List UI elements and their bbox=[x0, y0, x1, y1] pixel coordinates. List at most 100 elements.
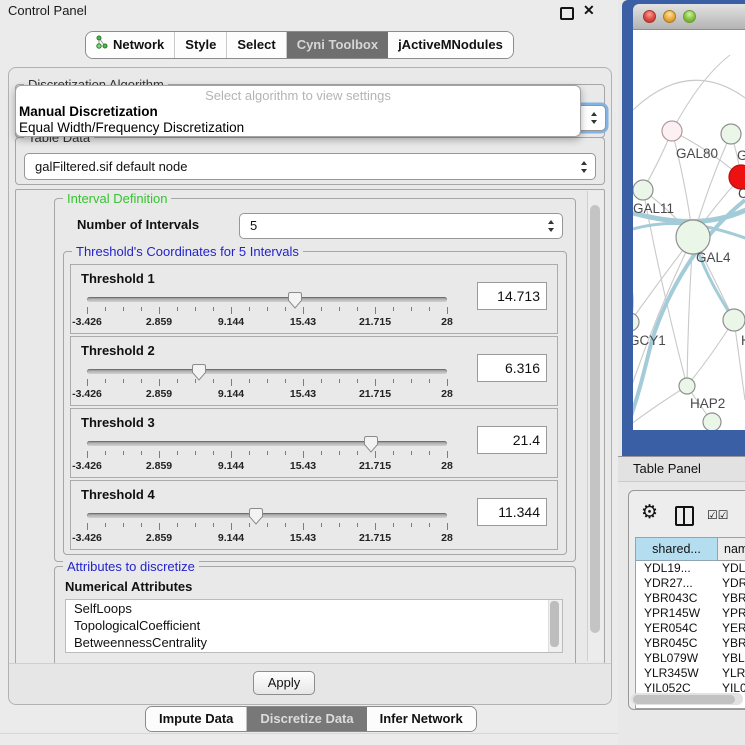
table-row[interactable]: YBL079WYBL0 bbox=[636, 651, 745, 666]
tick-label: 15.43 bbox=[290, 316, 316, 328]
table-row[interactable]: YER054CYER0 bbox=[636, 621, 745, 636]
node-label-gal4: GAL4 bbox=[696, 250, 731, 265]
threshold-label: Threshold 3 bbox=[81, 415, 155, 430]
tab-style[interactable]: Style bbox=[175, 32, 227, 58]
list-item-selfloops[interactable]: SelfLoops bbox=[66, 600, 562, 617]
network-node-gal4[interactable] bbox=[676, 220, 710, 254]
table-row[interactable]: YDL19...YDL1 bbox=[636, 561, 745, 576]
threshold-value-field[interactable]: 11.344 bbox=[477, 498, 547, 526]
number-of-intervals-label: Number of Intervals bbox=[77, 217, 199, 232]
attributes-list-scrollbar[interactable] bbox=[548, 600, 562, 652]
slider-track[interactable] bbox=[87, 441, 447, 446]
network-node-h[interactable] bbox=[723, 309, 745, 331]
threshold-value-field[interactable]: 14.713 bbox=[477, 282, 547, 310]
table-hscrollbar-thumb[interactable] bbox=[633, 695, 735, 704]
tick-mark bbox=[105, 379, 106, 383]
cell-shared-name: YBR045C bbox=[636, 636, 718, 651]
tab-select[interactable]: Select bbox=[227, 32, 286, 58]
tick-mark bbox=[87, 379, 88, 386]
tick-mark bbox=[123, 451, 124, 455]
cell-name: YLR3 bbox=[718, 666, 745, 681]
settings-gear-icon[interactable]: ⚙ bbox=[641, 503, 658, 522]
tick-mark bbox=[321, 379, 322, 383]
table-row[interactable]: YPR145WYPR1 bbox=[636, 606, 745, 621]
network-node-hap2[interactable] bbox=[679, 378, 695, 394]
tab-discretize-data[interactable]: Discretize Data bbox=[247, 707, 366, 731]
threshold-label: Threshold 1 bbox=[81, 271, 155, 286]
table-row[interactable]: YLR345WYLR3 bbox=[636, 666, 745, 681]
settings-vertical-scrollbar[interactable] bbox=[587, 191, 603, 661]
tab-infer-network[interactable]: Infer Network bbox=[367, 707, 476, 731]
close-traffic-light-icon[interactable] bbox=[643, 10, 656, 23]
column-chooser-icon[interactable] bbox=[675, 506, 694, 526]
slider-thumb[interactable] bbox=[249, 508, 263, 525]
table-panel-window: ⚙ ☑☑ shared... name YDL19...YDL1YDR27...… bbox=[628, 490, 745, 710]
tick-mark bbox=[105, 307, 106, 311]
network-window-titlebar[interactable] bbox=[633, 4, 745, 30]
algorithm-option-manual-discretization[interactable]: Manual Discretization bbox=[16, 104, 580, 120]
tick-mark bbox=[87, 451, 88, 458]
network-canvas[interactable]: GAL80GACGAL11GAL4GCY1HHAP2 bbox=[633, 30, 745, 430]
slider-track[interactable] bbox=[87, 513, 447, 518]
tick-mark bbox=[447, 451, 448, 458]
table-data-combobox[interactable]: galFiltered.sif default node bbox=[24, 153, 596, 180]
minimize-traffic-light-icon[interactable] bbox=[663, 10, 676, 23]
tab-cyni-toolbox[interactable]: Cyni Toolbox bbox=[287, 32, 388, 58]
tick-label: 28 bbox=[441, 460, 453, 472]
float-window-icon[interactable] bbox=[560, 7, 574, 20]
tick-mark bbox=[429, 307, 430, 311]
table-horizontal-scrollbar[interactable] bbox=[631, 693, 743, 705]
apply-button[interactable]: Apply bbox=[253, 671, 315, 695]
column-header-name[interactable]: name bbox=[718, 538, 745, 561]
column-header-shared-name[interactable]: shared... bbox=[636, 538, 718, 561]
select-checkboxes-icon[interactable]: ☑☑ bbox=[707, 508, 729, 522]
slider-thumb[interactable] bbox=[288, 292, 302, 309]
list-item-topologicalcoefficient[interactable]: TopologicalCoefficient bbox=[66, 617, 562, 634]
close-icon[interactable]: ✕ bbox=[583, 2, 595, 19]
tick-label: 2.859 bbox=[146, 388, 172, 400]
algorithm-placeholder-option: Select algorithm to view settings bbox=[16, 86, 580, 104]
table-row[interactable]: YBR045CYBR0 bbox=[636, 636, 745, 651]
network-node-gal11[interactable] bbox=[633, 180, 653, 200]
network-node-ga[interactable] bbox=[721, 124, 741, 144]
tick-mark bbox=[213, 523, 214, 527]
tick-mark bbox=[195, 307, 196, 311]
tick-mark bbox=[285, 523, 286, 527]
cell-shared-name: YDR27... bbox=[636, 576, 718, 591]
slider-track[interactable] bbox=[87, 369, 447, 374]
threshold-slider: -3.4262.8599.14415.4321.71528 bbox=[87, 291, 447, 329]
tick-mark bbox=[285, 379, 286, 383]
tab-network[interactable]: Network bbox=[86, 32, 175, 58]
list-item-betweennesscentrality[interactable]: BetweennessCentrality bbox=[66, 634, 562, 651]
threshold-value-field[interactable]: 21.4 bbox=[477, 426, 547, 454]
threshold-rows: Threshold 1 -3.4262.8599.14415.4321.71528… bbox=[70, 264, 558, 552]
threshold-value-field[interactable]: 6.316 bbox=[477, 354, 547, 382]
interval-definition-title: Interval Definition bbox=[63, 191, 171, 206]
tab-jactivemnodules[interactable]: jActiveMNodules bbox=[388, 32, 513, 58]
slider-thumb[interactable] bbox=[364, 436, 378, 453]
network-window-frame: GAL80GACGAL11GAL4GCY1HHAP2 bbox=[622, 0, 745, 456]
network-node-gcy1[interactable] bbox=[633, 313, 639, 331]
cell-shared-name: YLR345W bbox=[636, 666, 718, 681]
tick-mark bbox=[411, 451, 412, 455]
slider-thumb[interactable] bbox=[192, 364, 206, 381]
table-row[interactable]: YDR27...YDR2 bbox=[636, 576, 745, 591]
zoom-traffic-light-icon[interactable] bbox=[683, 10, 696, 23]
table-rows: YDL19...YDL1YDR27...YDR2YBR043CYBR0YPR14… bbox=[636, 561, 745, 696]
tick-label: 28 bbox=[441, 532, 453, 544]
network-node-gal80[interactable] bbox=[662, 121, 682, 141]
settings-scrollbar-thumb[interactable] bbox=[590, 205, 600, 633]
tab-impute-data[interactable]: Impute Data bbox=[146, 707, 247, 731]
threshold-label: Threshold 2 bbox=[81, 343, 155, 358]
network-node[interactable] bbox=[703, 413, 721, 430]
threshold-row: Threshold 3-3.4262.8599.14415.4321.71528… bbox=[70, 408, 558, 478]
number-of-intervals-combobox[interactable]: 5 bbox=[239, 213, 563, 239]
table-row[interactable]: YBR043CYBR0 bbox=[636, 591, 745, 606]
slider-track[interactable] bbox=[87, 297, 447, 302]
algorithm-option-equal-width-frequency-discretization[interactable]: Equal Width/Frequency Discretization bbox=[16, 120, 580, 136]
threshold-row: Threshold 2-3.4262.8599.14415.4321.71528… bbox=[70, 336, 558, 406]
slider-tick-labels: -3.4262.8599.14415.4321.71528 bbox=[87, 316, 447, 328]
tick-mark bbox=[141, 379, 142, 383]
tick-mark bbox=[159, 451, 160, 458]
attributes-scrollbar-thumb[interactable] bbox=[550, 601, 559, 647]
